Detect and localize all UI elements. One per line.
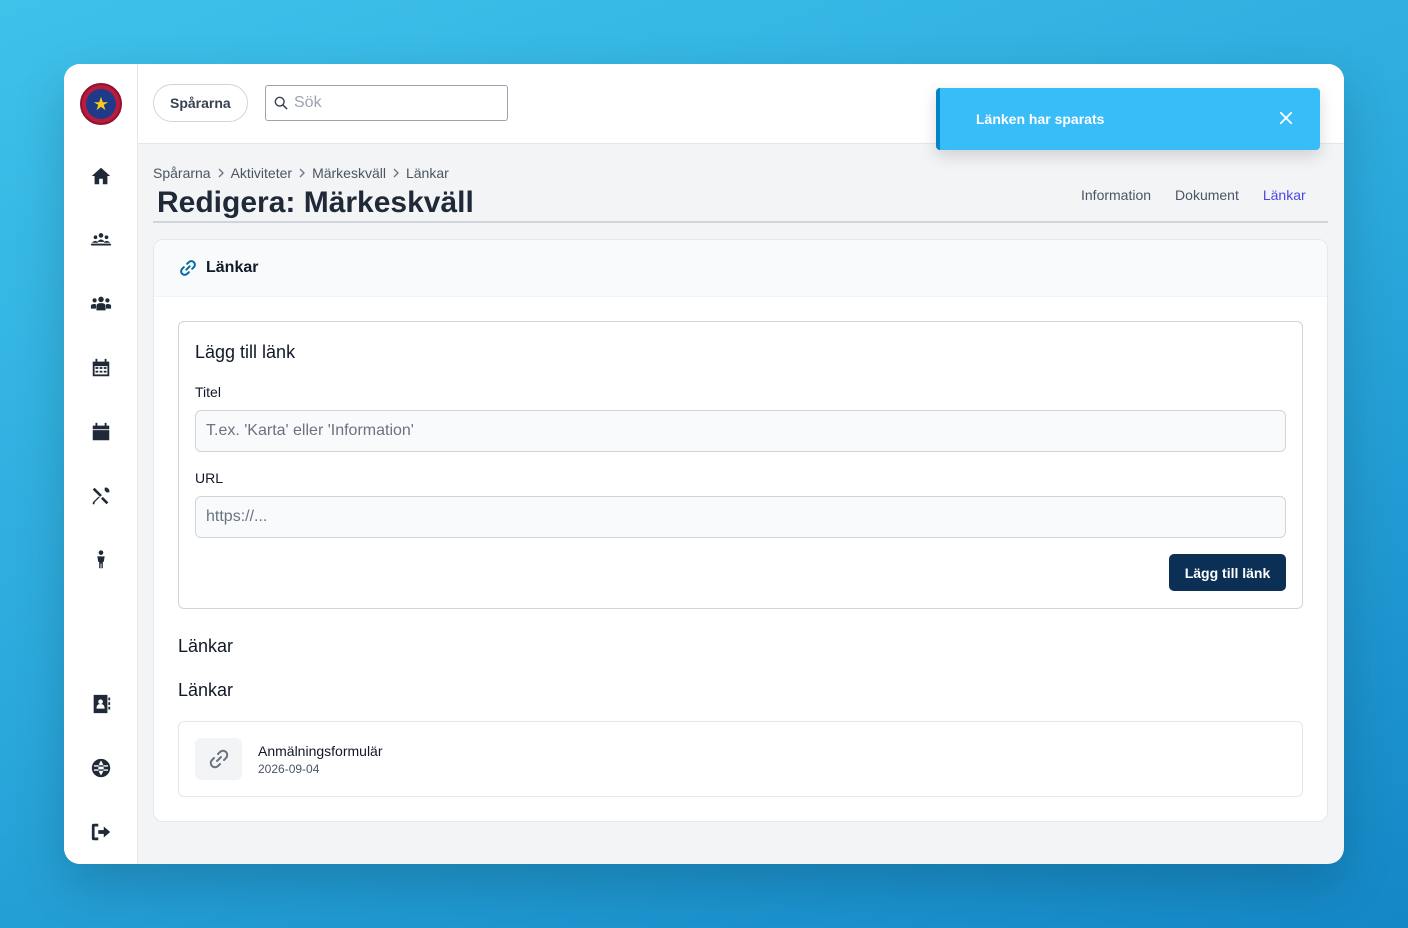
- breadcrumb: Spårarna Aktiviteter Märkeskväll Länkar: [153, 164, 449, 182]
- tab-information[interactable]: Information: [1077, 183, 1155, 223]
- app-window: Spårarna Spårarna Aktiviteter Märkeskväl…: [64, 64, 1344, 864]
- breadcrumb-item-current: Länkar: [405, 165, 449, 181]
- tools-icon[interactable]: [88, 483, 114, 509]
- org-switch-button[interactable]: Spårarna: [153, 84, 248, 122]
- sidebar: [64, 64, 138, 864]
- users-icon[interactable]: [88, 291, 114, 317]
- breadcrumb-item[interactable]: Aktiviteter: [231, 165, 292, 181]
- close-icon[interactable]: [1278, 110, 1294, 126]
- url-field[interactable]: [195, 496, 1286, 538]
- logout-icon[interactable]: [88, 819, 114, 845]
- tab-lankar[interactable]: Länkar: [1258, 183, 1310, 223]
- link-date: 2026-09-04: [258, 762, 320, 776]
- org-logo[interactable]: [80, 83, 122, 125]
- url-field-label: URL: [195, 470, 224, 486]
- link-icon: [209, 749, 228, 769]
- search-icon: [274, 96, 288, 110]
- page-title: Redigera: Märkeskväll: [157, 186, 474, 219]
- chevron-right-icon: [218, 168, 224, 178]
- link-icon: [180, 260, 196, 276]
- breadcrumb-item[interactable]: Märkeskväll: [312, 165, 386, 181]
- chevron-right-icon: [393, 168, 399, 178]
- home-icon[interactable]: [88, 163, 114, 189]
- child-icon[interactable]: [88, 547, 114, 573]
- tab-dokument[interactable]: Dokument: [1171, 183, 1243, 223]
- calendar-grid-icon[interactable]: [88, 355, 114, 381]
- search-box[interactable]: [265, 85, 508, 121]
- tab-bar: Information Dokument Länkar: [1077, 183, 1310, 223]
- form-title: Lägg till länk: [195, 342, 296, 362]
- section-heading: Länkar: [178, 680, 234, 700]
- section-heading: Länkar: [178, 636, 234, 656]
- links-card: Länkar Lägg till länk Titel URL Lägg til…: [153, 239, 1328, 822]
- add-link-button[interactable]: Lägg till länk: [1169, 554, 1286, 591]
- address-book-icon[interactable]: [88, 691, 114, 717]
- card-header-title: Länkar: [206, 259, 259, 276]
- title-divider: [153, 221, 1328, 223]
- chevron-right-icon: [299, 168, 305, 178]
- card-header: Länkar: [154, 240, 1327, 297]
- toast-message: Länken har sparats: [976, 111, 1105, 127]
- link-title: Anmälningsformulär: [258, 743, 383, 759]
- success-toast: Länken har sparats: [936, 88, 1320, 150]
- title-field-label: Titel: [195, 384, 221, 400]
- list-item[interactable]: Anmälningsformulär 2026-09-04: [178, 721, 1303, 797]
- title-field[interactable]: [195, 410, 1286, 452]
- add-link-form: Lägg till länk Titel URL Lägg till länk: [178, 321, 1303, 609]
- breadcrumb-item[interactable]: Spårarna: [153, 165, 211, 181]
- globe-icon[interactable]: [88, 755, 114, 781]
- calendar-icon[interactable]: [88, 419, 114, 445]
- group-meeting-icon[interactable]: [88, 227, 114, 253]
- link-thumb: [195, 738, 242, 780]
- search-input[interactable]: [294, 94, 494, 112]
